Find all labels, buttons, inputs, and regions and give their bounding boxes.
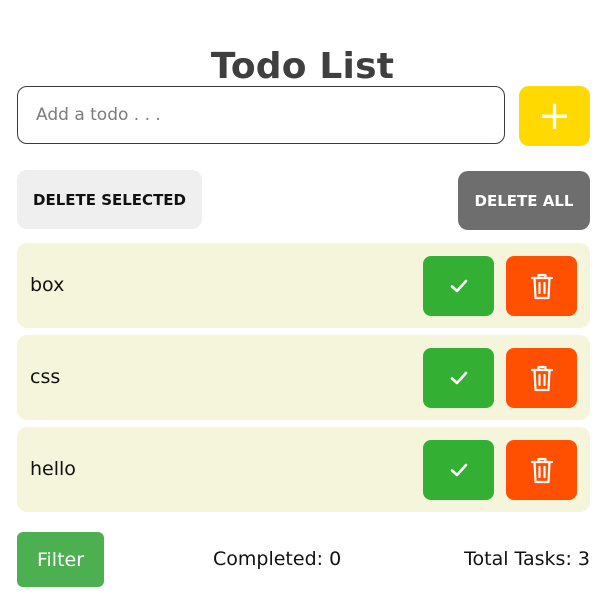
todo-text: box (30, 274, 65, 296)
trash-icon (530, 457, 553, 484)
check-icon (450, 371, 467, 385)
todo-input[interactable] (17, 86, 505, 144)
todo-text: css (30, 366, 61, 388)
add-todo-row: + (17, 86, 590, 146)
todo-item: hello (17, 427, 590, 512)
todo-item: css (17, 335, 590, 420)
filter-button[interactable]: Filter (17, 532, 104, 587)
footer: Filter Completed: 0 Total Tasks: 3 (17, 532, 590, 588)
completed-count: Completed: 0 (213, 548, 342, 570)
bulk-actions: DELETE SELECTED DELETE ALL (17, 170, 590, 230)
delete-all-button[interactable]: DELETE ALL (458, 171, 590, 230)
delete-button[interactable] (506, 348, 577, 408)
complete-button[interactable] (423, 440, 494, 500)
page-title: Todo List (210, 46, 395, 88)
delete-button[interactable] (506, 440, 577, 500)
todo-text: hello (30, 458, 76, 480)
complete-button[interactable] (423, 256, 494, 316)
todo-item: box (17, 243, 590, 328)
delete-selected-button[interactable]: DELETE SELECTED (17, 170, 202, 229)
trash-icon (530, 273, 553, 300)
complete-button[interactable] (423, 348, 494, 408)
check-icon (450, 279, 467, 293)
trash-icon (530, 365, 553, 392)
total-tasks-count: Total Tasks: 3 (464, 548, 590, 570)
todo-list: box css hello (17, 243, 590, 519)
add-todo-button[interactable]: + (519, 86, 590, 146)
delete-button[interactable] (506, 256, 577, 316)
check-icon (450, 463, 467, 477)
